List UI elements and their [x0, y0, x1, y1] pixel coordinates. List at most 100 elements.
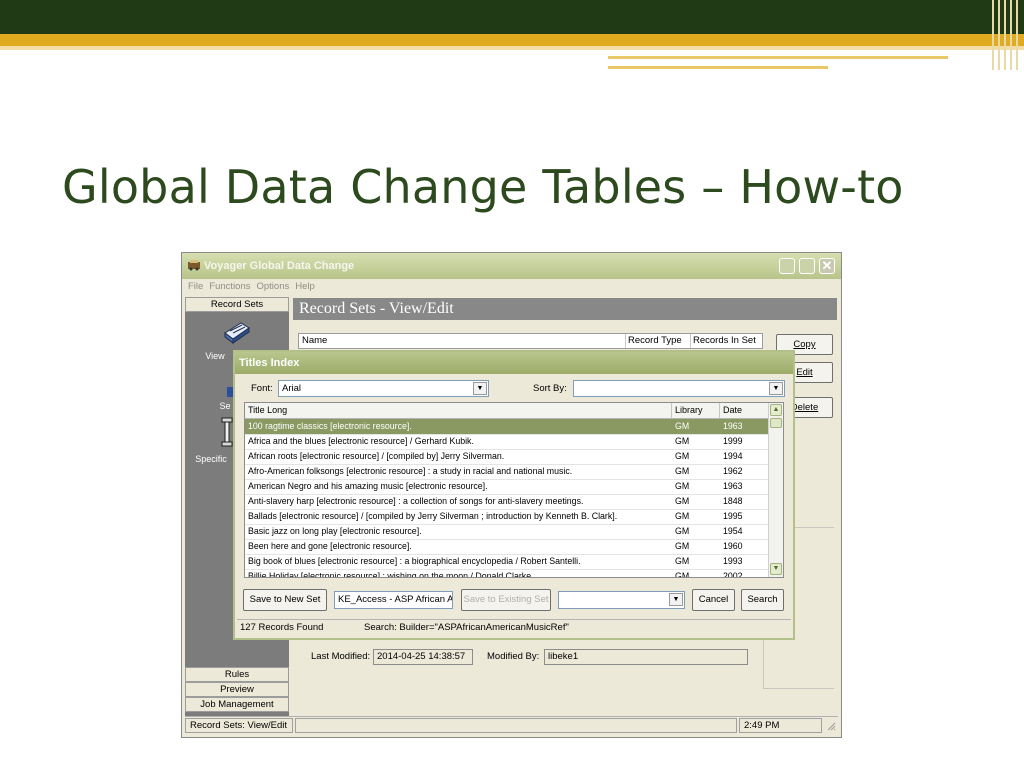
header-line [608, 66, 828, 69]
list-item-title: 100 ragtime classics [electronic resourc… [248, 421, 412, 431]
list-item-library: GM [675, 466, 690, 476]
nav-job-management[interactable]: Job Management [185, 697, 289, 712]
sort-by-select[interactable]: ▼ [573, 380, 785, 397]
search-query: Search: Builder="ASPAfricanAmericanMusic… [364, 622, 569, 633]
menu-functions[interactable]: Functions [209, 279, 250, 295]
list-item-title: American Negro and his amazing music [el… [248, 481, 488, 491]
column-title-long[interactable]: Title Long [245, 403, 672, 418]
list-item[interactable]: Been here and gone [electronic resource]… [245, 539, 770, 555]
existing-set-select[interactable]: ▼ [558, 591, 685, 609]
font-value: Arial [282, 383, 302, 394]
chevron-down-icon[interactable]: ▼ [669, 593, 683, 606]
list-item[interactable]: American Negro and his amazing music [el… [245, 479, 770, 495]
record-sets-grid[interactable]: Name Record Type Records In Set [298, 333, 763, 349]
list-item-library: GM [675, 421, 690, 431]
sort-by-label: Sort By: [533, 383, 567, 394]
window-titlebar[interactable]: Voyager Global Data Change ✕ [182, 253, 841, 279]
header-band [0, 0, 1024, 34]
list-item-date: 1993 [723, 556, 743, 566]
nav-preview[interactable]: Preview [185, 682, 289, 697]
modified-by-field: libeke1 [544, 649, 748, 665]
menu-help[interactable]: Help [295, 279, 315, 295]
list-item-date: 1960 [723, 541, 743, 551]
list-item-date: 1848 [723, 496, 743, 506]
search-button[interactable]: Search [741, 589, 784, 611]
status-left: Record Sets: View/Edit [185, 718, 293, 733]
list-item-date: 1994 [723, 451, 743, 461]
save-to-new-set-button[interactable]: Save to New Set [243, 589, 327, 611]
titles-list[interactable]: Title Long Library Date 100 ragtime clas… [244, 402, 784, 578]
list-item-library: GM [675, 436, 690, 446]
menu-bar: File Functions Options Help [182, 279, 841, 295]
list-item-title: Afro-American folksongs [electronic reso… [248, 466, 573, 476]
list-item-date: 1995 [723, 511, 743, 521]
list-item-title: African roots [electronic resource] / [c… [248, 451, 505, 461]
titles-index-dialog: Titles Index Font: Arial ▼ Sort By: ▼ Ti… [233, 350, 795, 640]
menu-file[interactable]: File [188, 279, 203, 295]
cancel-button[interactable]: Cancel [692, 589, 735, 611]
maximize-button[interactable] [799, 258, 815, 274]
column-name[interactable]: Name [299, 334, 626, 348]
slide-title: Global Data Change Tables – How-to [62, 160, 904, 214]
window-status-bar: Record Sets: View/Edit 2:49 PM [185, 716, 838, 734]
list-item-title: Big book of blues [electronic resource] … [248, 556, 581, 566]
close-button[interactable]: ✕ [819, 258, 835, 274]
list-item[interactable]: African roots [electronic resource] / [c… [245, 449, 770, 465]
content-header: Record Sets - View/Edit [293, 298, 837, 320]
list-item[interactable]: Afro-American folksongs [electronic reso… [245, 464, 770, 480]
header-line [608, 56, 948, 59]
menu-options[interactable]: Options [257, 279, 290, 295]
nav-rules[interactable]: Rules [185, 667, 289, 682]
corner-stripes [988, 0, 1024, 70]
minimize-button[interactable] [779, 258, 795, 274]
resize-grip-icon[interactable] [826, 721, 836, 731]
records-found-count: 127 Records Found [240, 622, 324, 633]
list-item-library: GM [675, 541, 690, 551]
list-item-title: Basic jazz on long play [electronic reso… [248, 526, 422, 536]
column-date[interactable]: Date [720, 403, 770, 418]
scroll-up-button[interactable]: ▲ [770, 404, 782, 416]
list-item-date: 1962 [723, 466, 743, 476]
close-icon: ✕ [821, 258, 833, 273]
window-title: Voyager Global Data Change [204, 260, 355, 272]
modified-by-label: Modified By: [487, 651, 540, 662]
font-select[interactable]: Arial ▼ [278, 380, 489, 397]
chevron-down-icon[interactable]: ▼ [473, 382, 487, 395]
list-item-library: GM [675, 511, 690, 521]
list-scrollbar[interactable]: ▲ ▼ [768, 403, 783, 577]
chevron-down-icon[interactable]: ▼ [769, 382, 783, 395]
dialog-title[interactable]: Titles Index [235, 352, 793, 374]
list-item[interactable]: Africa and the blues [electronic resourc… [245, 434, 770, 450]
column-library[interactable]: Library [672, 403, 720, 418]
set-name-input[interactable]: KE_Access - ASP African A [334, 591, 453, 609]
list-item[interactable]: Billie Holiday [electronic resource] : w… [245, 569, 770, 578]
list-item[interactable]: Anti-slavery harp [electronic resource] … [245, 494, 770, 510]
list-item[interactable]: 100 ragtime classics [electronic resourc… [245, 419, 770, 435]
list-item[interactable]: Ballads [electronic resource] / [compile… [245, 509, 770, 525]
list-item-date: 1963 [723, 421, 743, 431]
list-item-library: GM [675, 451, 690, 461]
scroll-down-button[interactable]: ▼ [770, 563, 782, 575]
list-item-date: 2002 [723, 571, 743, 578]
last-modified-field: 2014-04-25 14:38:57 [373, 649, 473, 665]
list-item-library: GM [675, 556, 690, 566]
status-time: 2:49 PM [739, 718, 822, 733]
header-thin-line [0, 46, 1024, 50]
list-header: Title Long Library Date [245, 403, 770, 419]
list-item-library: GM [675, 571, 690, 578]
list-item-title: Africa and the blues [electronic resourc… [248, 436, 474, 446]
list-item-title: Anti-slavery harp [electronic resource] … [248, 496, 584, 506]
column-record-type[interactable]: Record Type [625, 334, 691, 348]
list-item-title: Been here and gone [electronic resource]… [248, 541, 412, 551]
list-item-date: 1963 [723, 481, 743, 491]
record-sets-icon [224, 322, 250, 344]
scroll-thumb[interactable] [770, 418, 782, 428]
dialog-status-bar: 127 Records Found Search: Builder="ASPAf… [237, 619, 791, 636]
column-records-in-set[interactable]: Records In Set [690, 334, 763, 348]
font-label: Font: [251, 383, 273, 394]
list-item[interactable]: Basic jazz on long play [electronic reso… [245, 524, 770, 540]
nav-record-sets[interactable]: Record Sets [185, 297, 289, 312]
list-item[interactable]: Big book of blues [electronic resource] … [245, 554, 770, 570]
save-to-existing-set-button[interactable]: Save to Existing Set [461, 589, 551, 611]
list-item-library: GM [675, 496, 690, 506]
